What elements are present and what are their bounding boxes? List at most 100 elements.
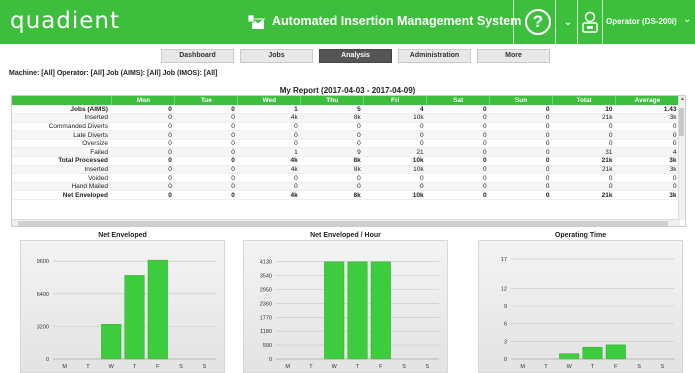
table-cell: 0 (174, 182, 238, 192)
column-header: Mon (111, 96, 176, 105)
table-row: Total Processed 0 0 4k 8k 10k 0 0 21k 3k (12, 156, 680, 166)
table-cell: 0 (300, 130, 364, 140)
y-tick-label: 3 (504, 339, 507, 345)
nav-more[interactable]: More (477, 49, 550, 63)
y-tick-label: 0 (269, 357, 272, 363)
table-cell: 0 (489, 139, 553, 149)
table-cell: 0 (426, 156, 490, 166)
table-cell: 0 (552, 182, 616, 192)
column-header: Thu (300, 96, 365, 105)
column-header-blank (12, 96, 113, 105)
table-cell: 0 (426, 130, 490, 140)
table-cell: 9 (300, 147, 364, 158)
vertical-scrollbar[interactable]: ▲ (678, 96, 685, 220)
header-divider (555, 0, 556, 44)
table-cell: 0 (174, 113, 238, 123)
y-tick-label: 2360 (260, 301, 272, 307)
table-cell: 0 (174, 156, 238, 166)
table-cell: 0 (489, 165, 553, 175)
quadient-logo[interactable]: quadient (10, 8, 120, 34)
bar (101, 324, 122, 360)
chevron-down-icon[interactable]: ⌄ (560, 12, 576, 32)
column-header: Tue (174, 96, 239, 105)
y-tick-label: 9600 (37, 259, 49, 265)
table-cell: 0 (489, 190, 553, 201)
app-title: Automated Insertion Management System (272, 14, 522, 28)
table-cell: 0 (552, 130, 616, 140)
table-cell: 0 (426, 105, 490, 115)
table-cell: 0 (363, 173, 427, 183)
table-cell: 21k (552, 156, 616, 166)
header-divider (602, 0, 603, 44)
table-cell: 0 (111, 182, 175, 192)
table-cell: 0 (237, 139, 301, 149)
y-tick-label: 6 (504, 322, 507, 328)
x-tick-label: T (591, 364, 595, 370)
bar (347, 261, 368, 360)
table-cell: 0 (111, 156, 175, 166)
table-cell: 0 (426, 182, 490, 192)
table-cell: 0 (111, 113, 175, 123)
chart-panel-net-enveloped-hour: 0 590 1180 1770 2360 2950 3540 4130 M T W T F S S (243, 240, 448, 373)
column-header: Fri (363, 96, 428, 105)
table-cell: 0 (552, 139, 616, 149)
y-tick-label: 3200 (37, 324, 49, 330)
scrollbar-thumb[interactable] (679, 108, 684, 136)
table-cell: 0 (300, 182, 364, 192)
header-divider (577, 0, 578, 44)
app-header: quadient Automated Insertion Management … (0, 0, 695, 44)
table-cell: 0 (300, 122, 364, 132)
table-cell: 0 (363, 130, 427, 140)
table-cell: 3k (615, 165, 680, 175)
table-cell: 0 (174, 139, 238, 149)
y-tick-label: 3540 (260, 274, 272, 280)
chevron-down-icon[interactable]: ⌄ (683, 14, 691, 25)
x-tick-label: S (179, 364, 183, 370)
user-name[interactable]: Operator (DS-200i) (606, 17, 677, 26)
table-cell: 8k (300, 113, 364, 123)
table-row: Inserted 0 0 4k 8k 10k 0 0 21k 3k (12, 165, 680, 175)
table-cell: 1 (237, 105, 301, 115)
y-tick-label: 590 (263, 343, 272, 349)
table-cell: 0 (489, 182, 553, 192)
x-tick-label: T (356, 364, 360, 370)
horizontal-scrollbar[interactable] (12, 219, 680, 226)
table-cell: 0 (174, 173, 238, 183)
table-row: Net Enveloped 0 0 4k 8k 10k 0 0 21k 3k (12, 190, 680, 201)
nav-administration[interactable]: Administration (398, 49, 471, 63)
table-cell: 21k (552, 113, 616, 123)
help-button[interactable]: ? (525, 9, 551, 35)
table-cell: 4k (237, 190, 301, 201)
chart-title: Net Enveloped (98, 232, 147, 239)
insertion-system-icon (247, 14, 265, 29)
x-tick-label: M (62, 364, 67, 370)
table-cell: 4 (363, 105, 427, 115)
table-cell: 0 (552, 173, 616, 183)
table-cell: 0 (363, 122, 427, 132)
table-cell: 21k (552, 190, 616, 201)
x-tick-label: T (544, 364, 548, 370)
row-label: Voided (12, 173, 112, 183)
table-row: Failed 0 0 1 9 21 0 0 31 4 (12, 147, 680, 158)
nav-dashboard[interactable]: Dashboard (161, 49, 234, 63)
y-tick-label: 9 (504, 304, 507, 310)
table-cell: 0 (174, 147, 238, 158)
y-tick-label: 0 (504, 357, 507, 363)
chart-panel-net-enveloped: 0 3200 6400 9600 M T W T F S S (20, 240, 225, 373)
table-cell: 0 (111, 105, 175, 115)
x-tick-label: F (379, 364, 383, 370)
scrollbar-thumb[interactable] (18, 221, 668, 226)
row-label: Net Enveloped (12, 190, 112, 201)
net-enveloped-hour-chart: 0 590 1180 1770 2360 2950 3540 4130 M T W T F S S (260, 260, 439, 370)
table-row: Late Diverts 0 0 0 0 0 0 0 0 0 (12, 130, 680, 140)
nav-analysis[interactable]: Analysis (319, 49, 392, 63)
y-tick-label: 4130 (260, 260, 272, 266)
report-title: My Report (2017-04-03 - 2017-04-09) (279, 86, 416, 95)
scroll-up-icon[interactable]: ▲ (680, 96, 685, 102)
table-cell: 0 (237, 173, 301, 183)
user-icon[interactable] (581, 11, 599, 33)
nav-jobs[interactable]: Jobs (240, 49, 313, 63)
table-cell: 0 (237, 122, 301, 132)
table-row: Inserted 0 0 4k 8k 10k 0 0 21k 3k (12, 113, 680, 123)
report-table-container: Mon Tue Wed Thu Fri Sat Sun Total Average Jobs (… (11, 95, 686, 227)
